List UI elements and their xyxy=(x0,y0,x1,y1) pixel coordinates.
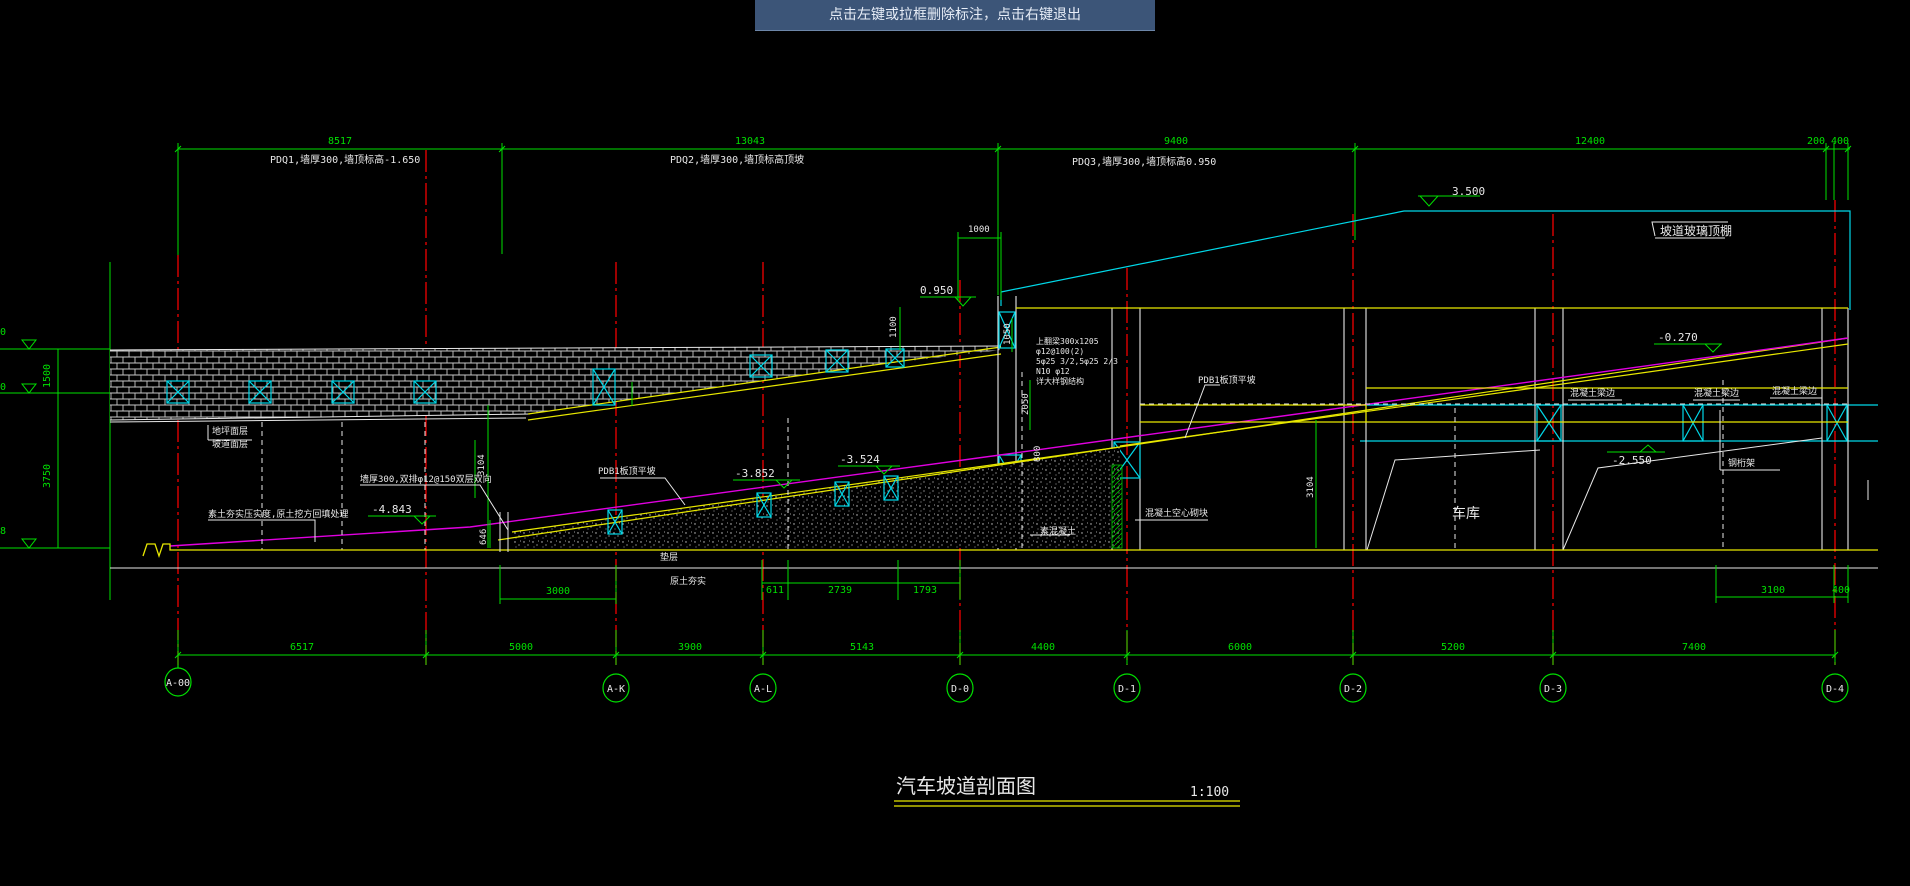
dim-text: 646 xyxy=(479,529,489,545)
dim-text: 6000 xyxy=(1228,642,1252,653)
label-steel: 钢桁架 xyxy=(1728,457,1755,469)
wall-label-pdq3: PDQ3,墙厚300,墙顶标高0.950 xyxy=(1072,155,1216,168)
label-beam: 混凝土梁边 xyxy=(1772,385,1817,397)
axis-label[interactable]: D-0 xyxy=(951,684,969,695)
dim-text: 400 xyxy=(1832,585,1850,596)
dim-text: 400 xyxy=(1831,136,1849,147)
dim-text: 13043 xyxy=(735,136,765,147)
label-flat1: 地坪面层 xyxy=(212,425,248,437)
dim-text: 3104 xyxy=(477,454,487,476)
drawing-title: 汽车坡道剖面图 1:100 xyxy=(894,774,1240,807)
cad-drawing-canvas[interactable]: 8517 13043 9400 12400 200 400 PDQ1,墙厚300… xyxy=(0,0,1910,886)
dim-text: 200 xyxy=(1807,136,1825,147)
wall-label-pdq1: PDQ1,墙厚300,墙顶标高-1.650 xyxy=(270,153,420,166)
bottom-dimension-chain xyxy=(174,630,1839,665)
dim-text: 3900 xyxy=(678,642,702,653)
dim-text: 3104 xyxy=(1306,476,1316,498)
label-cushion: 垫层 xyxy=(660,551,678,563)
label-beam: 混凝土梁边 xyxy=(1570,387,1615,399)
dim-text: 3100 xyxy=(1761,585,1785,596)
left-elev-text: 0 xyxy=(0,382,6,393)
scale-text: 1:100 xyxy=(1190,785,1229,800)
label-plain-concrete: 素混凝土 xyxy=(1040,525,1076,537)
dim-text: 6517 xyxy=(290,642,314,653)
dim-text: 9400 xyxy=(1164,136,1188,147)
rebar-note: N10 φ12 xyxy=(1036,367,1070,376)
dim-text: 5143 xyxy=(850,642,874,653)
dim-text: 800 xyxy=(1033,446,1043,462)
dim-text: 12400 xyxy=(1575,136,1605,147)
elevation-text: 0.950 xyxy=(920,284,953,297)
upper-slab-brick xyxy=(109,345,1002,423)
dim-text: 611 xyxy=(766,585,784,596)
axis-label[interactable]: D-2 xyxy=(1344,684,1362,695)
elevation-text: -3.524 xyxy=(840,453,880,466)
left-elev-text: 0 xyxy=(0,327,6,338)
label-base: 原土夯实 xyxy=(670,575,706,587)
rebar-note: 详大样钢结构 xyxy=(1036,376,1084,386)
dim-text: 1793 xyxy=(913,585,937,596)
elevation-text: -2.550 xyxy=(1612,454,1652,467)
axis-label[interactable]: D-1 xyxy=(1118,684,1136,695)
axis-label[interactable]: A-00 xyxy=(166,678,190,689)
dim-text: 3000 xyxy=(546,586,570,597)
dim-text: 2050 xyxy=(1021,393,1031,415)
elevation-text: -0.270 xyxy=(1658,331,1698,344)
label-soil-note: 素土夯实压实度,原土挖方回填处理 xyxy=(208,508,348,520)
axis-label[interactable]: A-L xyxy=(754,684,772,695)
axis-bubbles xyxy=(164,665,1849,703)
label-beam: 混凝土梁边 xyxy=(1694,387,1739,399)
dim-text: 5200 xyxy=(1441,642,1465,653)
title-text: 汽车坡道剖面图 xyxy=(896,774,1036,798)
steel-frame-diagonals xyxy=(1366,410,1823,551)
axis-label[interactable]: D-3 xyxy=(1544,684,1562,695)
left-dim-text: 1500 xyxy=(42,364,53,388)
left-elevation-marks xyxy=(0,262,111,600)
glass-canopy xyxy=(1000,210,1878,442)
axis-label[interactable]: D-4 xyxy=(1826,684,1844,695)
elevation-text: -3.852 xyxy=(735,467,775,480)
dim-text: 5000 xyxy=(509,642,533,653)
left-elev-text: 8 xyxy=(0,526,6,537)
left-dim-text: 3750 xyxy=(42,464,53,488)
axis-label[interactable]: A-K xyxy=(607,684,625,695)
rebar-note: 上翻梁300x1205 xyxy=(1036,337,1099,346)
dim-text: 1100 xyxy=(889,316,899,338)
label-pdb: PDB1板顶平坡 xyxy=(1198,374,1256,386)
dim-text: 7400 xyxy=(1682,642,1706,653)
elevation-text: 3.500 xyxy=(1452,185,1485,198)
label-hollow-block: 混凝土空心砌块 xyxy=(1145,507,1208,519)
dim-text: 1000 xyxy=(968,225,990,235)
elevation-text: -4.843 xyxy=(372,503,412,516)
dim-text: 2739 xyxy=(828,585,852,596)
dim-text: 8517 xyxy=(328,136,352,147)
rebar-note: 5φ25 3/2,5φ25 2/3 xyxy=(1036,357,1118,366)
wall-label-pdq2: PDQ2,墙厚300,墙顶标高顶坡 xyxy=(670,153,804,166)
dim-text: 4400 xyxy=(1031,642,1055,653)
canopy-label: 坡道玻璃顶棚 xyxy=(1651,221,1732,239)
label-flat2: 坡道面层 xyxy=(212,438,248,450)
dim-text: 1050 xyxy=(1003,323,1013,345)
label-wall-note: 墙厚300,双排φ12@150双层双向 xyxy=(360,473,492,485)
rebar-note: φ12@100(2) xyxy=(1036,347,1084,356)
garage-label: 车库 xyxy=(1452,505,1480,522)
canopy-text: 坡道玻璃顶棚 xyxy=(1660,223,1732,238)
label-pdb: PDB1板顶平坡 xyxy=(598,465,656,477)
